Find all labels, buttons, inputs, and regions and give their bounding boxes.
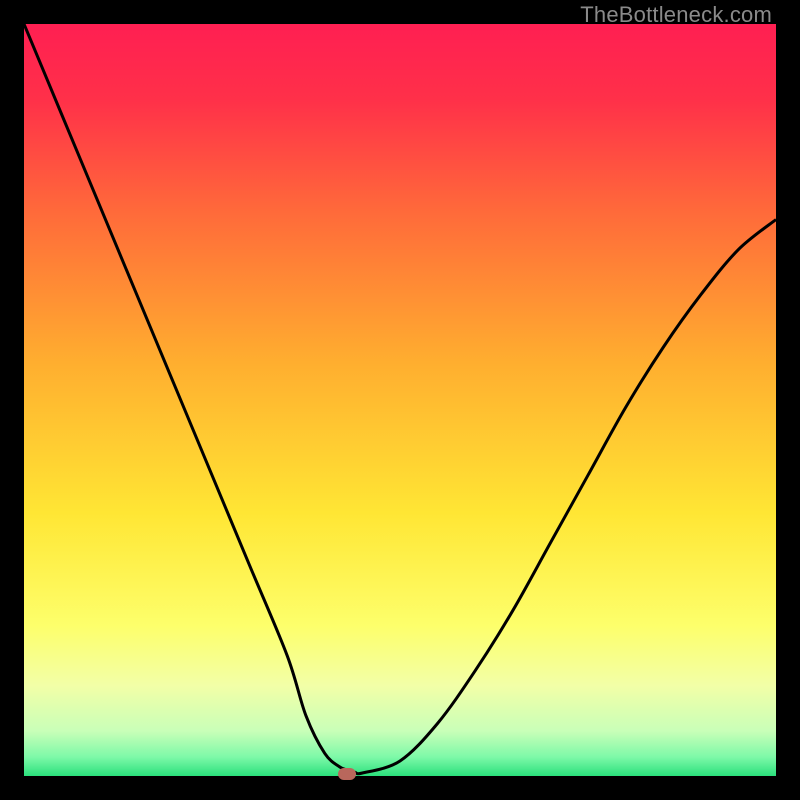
bottleneck-curve: [24, 24, 776, 776]
curve-path: [24, 24, 776, 774]
chart-frame: [24, 24, 776, 776]
optimal-point-marker: [338, 768, 356, 780]
